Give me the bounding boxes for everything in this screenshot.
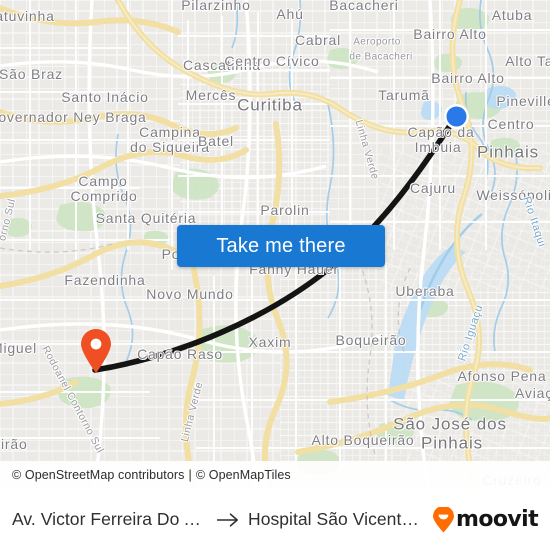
moovit-logo[interactable]: moovit bbox=[432, 506, 539, 533]
map-canvas[interactable]: atuvinha Pilarzinho Ahú Bacacheri Atuba Cabra… bbox=[0, 0, 550, 490]
take-me-there-button[interactable]: Take me there bbox=[177, 225, 385, 267]
moovit-pin-icon bbox=[433, 506, 455, 532]
route-footer-bar: Av. Victor Ferreira Do Amar… Hospital Sã… bbox=[0, 489, 550, 550]
origin-label: Av. Victor Ferreira Do Amar… bbox=[12, 509, 208, 529]
destination-label: Hospital São Vicent… bbox=[248, 509, 419, 529]
attribution-openmaptiles[interactable]: © OpenMapTiles bbox=[196, 468, 291, 482]
map-attribution: © OpenStreetMap contributors | © OpenMap… bbox=[0, 461, 550, 489]
moovit-map-screen: atuvinha Pilarzinho Ahú Bacacheri Atuba Cabra… bbox=[0, 0, 550, 550]
attribution-osm[interactable]: © OpenStreetMap contributors bbox=[12, 468, 185, 482]
destination-dot[interactable] bbox=[443, 103, 470, 130]
arrow-right-icon bbox=[217, 512, 238, 527]
moovit-wordmark: moovit bbox=[456, 507, 539, 532]
route-summary[interactable]: Av. Victor Ferreira Do Amar… Hospital Sã… bbox=[12, 509, 426, 530]
origin-pin[interactable] bbox=[79, 328, 113, 374]
attribution-separator: | bbox=[188, 468, 192, 482]
